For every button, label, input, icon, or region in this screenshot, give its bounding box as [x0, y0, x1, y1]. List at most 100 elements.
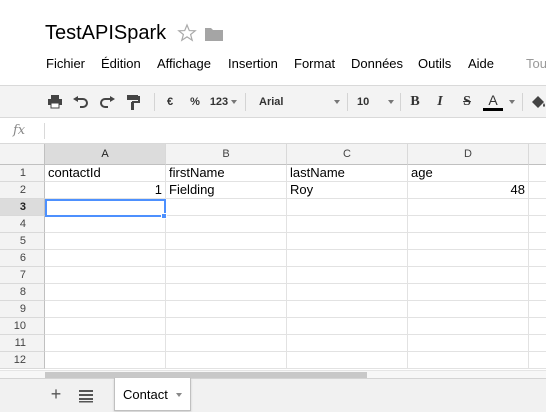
empty-cell[interactable]	[45, 216, 166, 233]
empty-cell[interactable]	[408, 216, 529, 233]
row-header-1[interactable]: 1	[0, 165, 45, 182]
row-header-5[interactable]: 5	[0, 233, 45, 250]
empty-cell[interactable]	[529, 335, 546, 352]
empty-cell[interactable]	[529, 284, 546, 301]
row-header-10[interactable]: 10	[0, 318, 45, 335]
row-header-7[interactable]: 7	[0, 267, 45, 284]
folder-icon[interactable]	[205, 27, 223, 41]
empty-cell[interactable]	[287, 199, 408, 216]
cell-c1[interactable]: lastName	[287, 165, 408, 182]
menu-edition[interactable]: Édition	[101, 56, 141, 71]
empty-cell[interactable]	[287, 301, 408, 318]
empty-cell[interactable]	[287, 318, 408, 335]
empty-cell[interactable]	[45, 284, 166, 301]
empty-cell[interactable]	[166, 284, 287, 301]
horizontal-scrollbar[interactable]	[0, 370, 546, 378]
chevron-down-icon[interactable]	[176, 393, 182, 397]
empty-cell[interactable]	[45, 250, 166, 267]
italic-button[interactable]: I	[432, 92, 448, 112]
cell-d1[interactable]: age	[408, 165, 529, 182]
menu-affichage[interactable]: Affichage	[157, 56, 211, 71]
print-button[interactable]	[46, 92, 64, 112]
row-header-4[interactable]: 4	[0, 216, 45, 233]
fill-handle[interactable]	[161, 213, 167, 219]
cell-b1[interactable]: firstName	[166, 165, 287, 182]
empty-cell[interactable]	[287, 267, 408, 284]
empty-cell[interactable]	[408, 318, 529, 335]
sheet-tab-contact[interactable]: Contact	[114, 378, 191, 411]
font-family-select[interactable]: Arial	[259, 92, 339, 112]
row-header-9[interactable]: 9	[0, 301, 45, 318]
column-header-c[interactable]: C	[287, 144, 408, 165]
empty-cell[interactable]	[45, 233, 166, 250]
empty-cell[interactable]	[166, 216, 287, 233]
menu-insertion[interactable]: Insertion	[228, 56, 278, 71]
menu-aide[interactable]: Aide	[468, 56, 494, 71]
empty-cell[interactable]	[45, 199, 166, 216]
empty-cell[interactable]	[529, 233, 546, 250]
empty-cell[interactable]	[529, 352, 546, 369]
empty-cell[interactable]	[529, 165, 546, 182]
empty-cell[interactable]	[166, 301, 287, 318]
empty-cell[interactable]	[408, 267, 529, 284]
all-sheets-icon[interactable]	[78, 389, 94, 403]
empty-cell[interactable]	[166, 267, 287, 284]
document-title[interactable]: TestAPISpark	[45, 22, 166, 45]
empty-cell[interactable]	[287, 284, 408, 301]
column-header-e[interactable]	[529, 144, 546, 165]
empty-cell[interactable]	[408, 352, 529, 369]
empty-cell[interactable]	[529, 267, 546, 284]
currency-format-button[interactable]: €	[163, 92, 177, 112]
select-all-corner[interactable]	[0, 144, 45, 165]
cell-b2[interactable]: Fielding	[166, 182, 287, 199]
empty-cell[interactable]	[529, 301, 546, 318]
bold-button[interactable]: B	[407, 92, 423, 112]
cell-a1[interactable]: contactId	[45, 165, 166, 182]
empty-cell[interactable]	[529, 182, 546, 199]
empty-cell[interactable]	[166, 352, 287, 369]
column-header-a[interactable]: A	[45, 144, 166, 165]
text-color-button[interactable]: A	[482, 92, 504, 112]
empty-cell[interactable]	[166, 250, 287, 267]
row-header-8[interactable]: 8	[0, 284, 45, 301]
menu-fichier[interactable]: Fichier	[46, 56, 85, 71]
empty-cell[interactable]	[45, 318, 166, 335]
empty-cell[interactable]	[287, 216, 408, 233]
empty-cell[interactable]	[529, 318, 546, 335]
empty-cell[interactable]	[45, 267, 166, 284]
empty-cell[interactable]	[166, 318, 287, 335]
empty-cell[interactable]	[45, 352, 166, 369]
empty-cell[interactable]	[408, 335, 529, 352]
star-icon[interactable]	[177, 23, 197, 43]
strikethrough-button[interactable]: S	[459, 92, 475, 112]
empty-cell[interactable]	[529, 250, 546, 267]
formula-input[interactable]	[52, 122, 532, 140]
cell-c2[interactable]: Roy	[287, 182, 408, 199]
empty-cell[interactable]	[408, 250, 529, 267]
row-header-2[interactable]: 2	[0, 182, 45, 199]
add-sheet-button[interactable]: +	[48, 384, 64, 406]
empty-cell[interactable]	[529, 199, 546, 216]
empty-cell[interactable]	[45, 301, 166, 318]
menu-format[interactable]: Format	[294, 56, 335, 71]
empty-cell[interactable]	[287, 250, 408, 267]
row-header-6[interactable]: 6	[0, 250, 45, 267]
fill-color-button[interactable]	[529, 92, 546, 112]
column-header-d[interactable]: D	[408, 144, 529, 165]
empty-cell[interactable]	[45, 335, 166, 352]
menu-donnees[interactable]: Données	[351, 56, 403, 71]
empty-cell[interactable]	[529, 216, 546, 233]
number-format-button[interactable]: 123	[208, 92, 230, 112]
row-header-12[interactable]: 12	[0, 352, 45, 369]
column-header-b[interactable]: B	[166, 144, 287, 165]
menu-outils[interactable]: Outils	[418, 56, 451, 71]
empty-cell[interactable]	[166, 233, 287, 250]
undo-button[interactable]	[72, 92, 90, 112]
redo-button[interactable]	[98, 92, 116, 112]
empty-cell[interactable]	[287, 352, 408, 369]
paint-format-button[interactable]	[124, 92, 142, 112]
empty-cell[interactable]	[166, 199, 287, 216]
font-size-select[interactable]: 10	[357, 92, 387, 112]
empty-cell[interactable]	[287, 233, 408, 250]
row-header-11[interactable]: 11	[0, 335, 45, 352]
